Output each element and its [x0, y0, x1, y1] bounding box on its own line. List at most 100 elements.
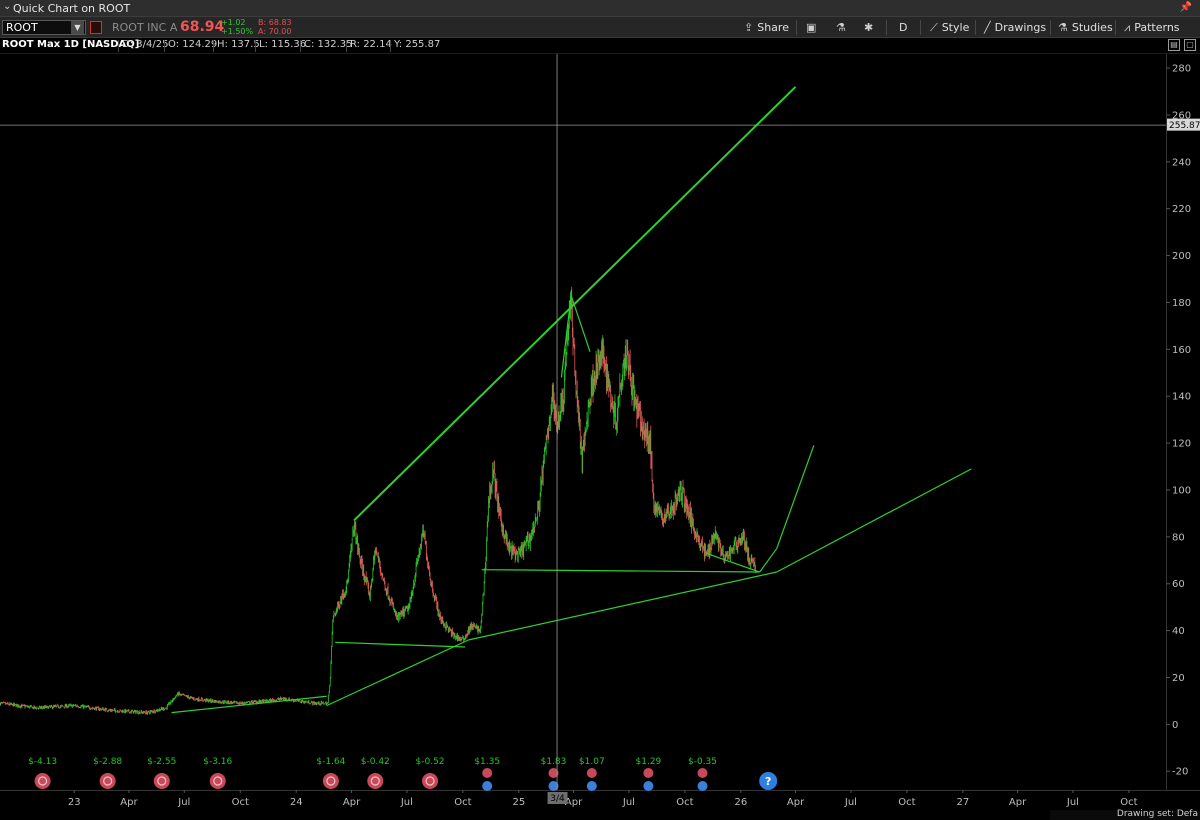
layout-icon[interactable]: ▤ — [1168, 39, 1180, 51]
x-tick-label: Jul — [844, 797, 857, 808]
earnings-loss-icon[interactable] — [422, 773, 439, 789]
trendline[interactable] — [468, 571, 777, 641]
earnings-label: $-1.64 — [316, 757, 345, 767]
y-tick-label: -20 — [1172, 767, 1188, 778]
info-divider — [346, 40, 347, 52]
patterns-icon: ⩘ — [1124, 21, 1131, 34]
toolbar-divider — [1050, 20, 1051, 35]
trendline[interactable] — [776, 445, 815, 549]
trendline[interactable] — [353, 86, 797, 522]
patterns-button[interactable]: ⩘ Patterns — [1124, 19, 1180, 36]
toolbar-divider — [975, 20, 976, 35]
y-tick-label: 220 — [1172, 204, 1191, 215]
earnings-label: $-4.13 — [28, 757, 57, 767]
y-axis[interactable]: -200204060801001201401601802002202402602… — [1166, 54, 1200, 790]
x-tick-label: Apr — [120, 797, 138, 808]
collapse-chevron-icon[interactable]: ⌄ — [3, 1, 11, 12]
trendline[interactable] — [326, 639, 469, 707]
y-tick-label: 120 — [1172, 439, 1191, 450]
price-chart[interactable]: -200204060801001201401601802002202402602… — [0, 54, 1200, 820]
dividend-icon[interactable] — [697, 768, 708, 778]
x-tick-label: Apr — [343, 797, 361, 808]
earnings-loss-icon[interactable] — [367, 773, 384, 789]
y-tick-label: 240 — [1172, 157, 1191, 168]
drawings-layer[interactable] — [171, 86, 972, 714]
earnings-label: $1.35 — [474, 757, 500, 767]
plot-area[interactable] — [0, 286, 756, 715]
x-tick-label: Apr — [1009, 797, 1027, 808]
earnings-label: $-0.42 — [361, 757, 390, 767]
style-icon: ⟋ — [930, 21, 938, 34]
studies-button[interactable]: ⚗ Studies — [1058, 19, 1113, 36]
dividend-icon[interactable] — [482, 768, 493, 778]
earnings-pending-label: ? — [765, 775, 771, 788]
trendline[interactable] — [481, 569, 760, 573]
title-bar: ⌄ Quick Chart on ROOT 📌 — [0, 0, 1200, 17]
earnings-markers: $-4.13 $-2.88 $-2.55 $-3.16 $-1.64 $-0.42 $-0.… — [28, 757, 778, 791]
x-tick-label: Oct — [676, 797, 693, 808]
earnings-profit-icon[interactable] — [643, 781, 654, 791]
trendline[interactable] — [335, 641, 466, 648]
x-tick-label: Oct — [1120, 797, 1137, 808]
earnings-profit-icon[interactable] — [482, 781, 493, 791]
bid-value: B: 68.83 — [258, 18, 292, 27]
info-divider — [390, 40, 391, 52]
dividend-icon[interactable] — [586, 768, 597, 778]
earnings-loss-icon[interactable] — [99, 773, 116, 789]
info-divider — [300, 40, 301, 52]
y-tick-label: 20 — [1172, 673, 1185, 684]
y-tick-label: 100 — [1172, 485, 1191, 496]
range-readout: R: 22.14 — [350, 39, 392, 50]
timeframe-button[interactable]: D — [899, 19, 907, 36]
x-tick-label: 23 — [68, 797, 81, 808]
x-tick-label: 27 — [956, 797, 969, 808]
company-name: ROOT INC A — [112, 21, 178, 34]
window-title: Quick Chart on ROOT — [13, 2, 131, 15]
earnings-loss-icon[interactable] — [153, 773, 170, 789]
drawing-set-label: Drawing set: Defa — [1116, 809, 1198, 819]
share-button[interactable]: ⇪ Share — [744, 19, 789, 36]
date-readout: D: 3/4/25 — [122, 39, 169, 50]
net-change-percent: +1.50% — [221, 27, 254, 36]
info-divider — [164, 40, 165, 52]
x-axis[interactable]: 23 Apr Jul Oct 24 Apr Jul Oct 25 Apr Jul Oct 26 Apr Ju… — [0, 790, 1200, 820]
earnings-label: $-0.52 — [416, 757, 445, 767]
high-readout: H: 137.5 — [217, 39, 260, 50]
drawings-button[interactable]: ╱ Drawings — [984, 19, 1046, 36]
earnings-loss-icon[interactable] — [209, 773, 226, 789]
toolbar-divider — [1115, 20, 1116, 35]
flexible-grid-button[interactable]: ▣ — [806, 19, 820, 36]
x-tick-label: Jul — [177, 797, 190, 808]
crosshair-date-label: 3/4 — [550, 794, 565, 804]
dividend-icon[interactable] — [643, 768, 654, 778]
earnings-label: $1.07 — [579, 757, 605, 767]
x-tick-label: 26 — [734, 797, 747, 808]
beaker-icon: ⚗ — [1058, 21, 1068, 34]
x-tick-label: Jul — [1066, 797, 1079, 808]
studies-label: Studies — [1071, 21, 1113, 34]
style-button[interactable]: ⟋ Style — [930, 19, 969, 36]
earnings-loss-icon[interactable] — [322, 773, 339, 789]
symbol-dropdown-icon[interactable]: ▼ — [71, 21, 84, 34]
info-divider — [118, 40, 119, 52]
expand-icon[interactable]: ▢ — [1184, 39, 1196, 51]
earnings-profit-icon[interactable] — [697, 781, 708, 791]
pin-icon[interactable]: 📌 — [1180, 2, 1192, 13]
y-tick-label: 280 — [1172, 64, 1191, 75]
trendline[interactable] — [171, 695, 327, 714]
earnings-loss-icon[interactable] — [34, 773, 51, 789]
earnings-label: $-0.35 — [688, 757, 717, 767]
status-bar: Drawing set: Defa — [1050, 809, 1200, 820]
x-tick-label: Apr — [565, 797, 583, 808]
earnings-profit-icon[interactable] — [586, 781, 597, 791]
net-change-value: +1.02 — [221, 18, 246, 27]
x-tick-label: Jul — [400, 797, 413, 808]
symbol-flag-icon[interactable] — [90, 21, 102, 34]
settings-button[interactable]: ✱ — [864, 19, 877, 36]
trendline[interactable] — [776, 468, 972, 573]
trendline[interactable] — [759, 548, 778, 573]
pencil-icon: ╱ — [984, 21, 991, 34]
gear-icon: ✱ — [864, 21, 874, 34]
lab-button[interactable]: ⚗ — [836, 19, 850, 36]
bid-ask: B: 68.83 A: 70.00 — [258, 18, 292, 36]
